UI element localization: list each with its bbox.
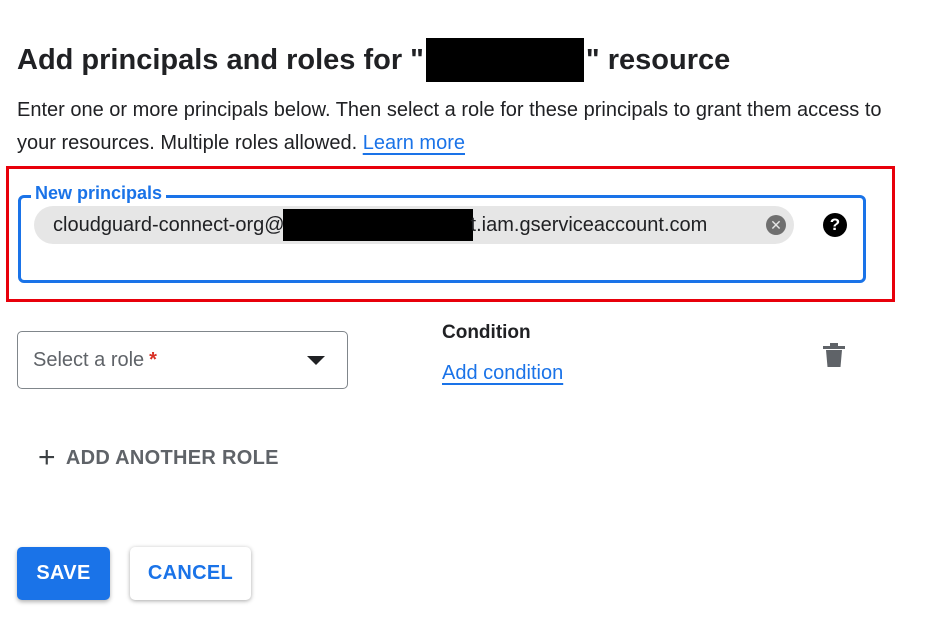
required-asterisk: * — [149, 348, 157, 371]
help-icon[interactable]: ? — [823, 213, 847, 237]
principal-chip[interactable]: cloudguard-connect-org@ t.iam.gserviceacc… — [34, 206, 794, 244]
new-principals-field[interactable]: New principals cloudguard-connect-org@ t.… — [18, 182, 866, 283]
condition-heading: Condition — [442, 322, 531, 343]
cancel-circle-icon[interactable]: ✕ — [766, 215, 786, 235]
dialog-description: Enter one or more principals below. Then… — [17, 94, 897, 160]
chip-email-prefix: cloudguard-connect-org@ — [53, 213, 285, 236]
trash-icon[interactable] — [823, 343, 845, 367]
cancel-button[interactable]: CANCEL — [130, 547, 251, 600]
learn-more-link[interactable]: Learn more — [363, 132, 465, 154]
add-another-role-button[interactable]: + ADD ANOTHER ROLE — [38, 441, 279, 474]
add-condition-link[interactable]: Add condition — [442, 362, 563, 385]
role-select[interactable]: Select a role * — [17, 331, 348, 389]
save-button[interactable]: SAVE — [17, 547, 110, 600]
add-another-role-label: ADD ANOTHER ROLE — [65, 446, 279, 469]
new-principals-label: New principals — [31, 182, 167, 204]
redacted-resource-name — [425, 38, 584, 82]
dropdown-arrow-icon — [307, 356, 325, 365]
dialog-title: Add principals and roles for " " resource — [17, 38, 730, 82]
role-select-placeholder: Select a role — [33, 348, 145, 371]
chip-email-suffix: t.iam.gserviceaccount.com — [470, 213, 708, 236]
redacted-project-id — [282, 209, 473, 241]
plus-icon: + — [38, 441, 56, 474]
title-prefix: Add principals and roles for " — [17, 43, 424, 76]
title-suffix: " resource — [585, 43, 731, 76]
